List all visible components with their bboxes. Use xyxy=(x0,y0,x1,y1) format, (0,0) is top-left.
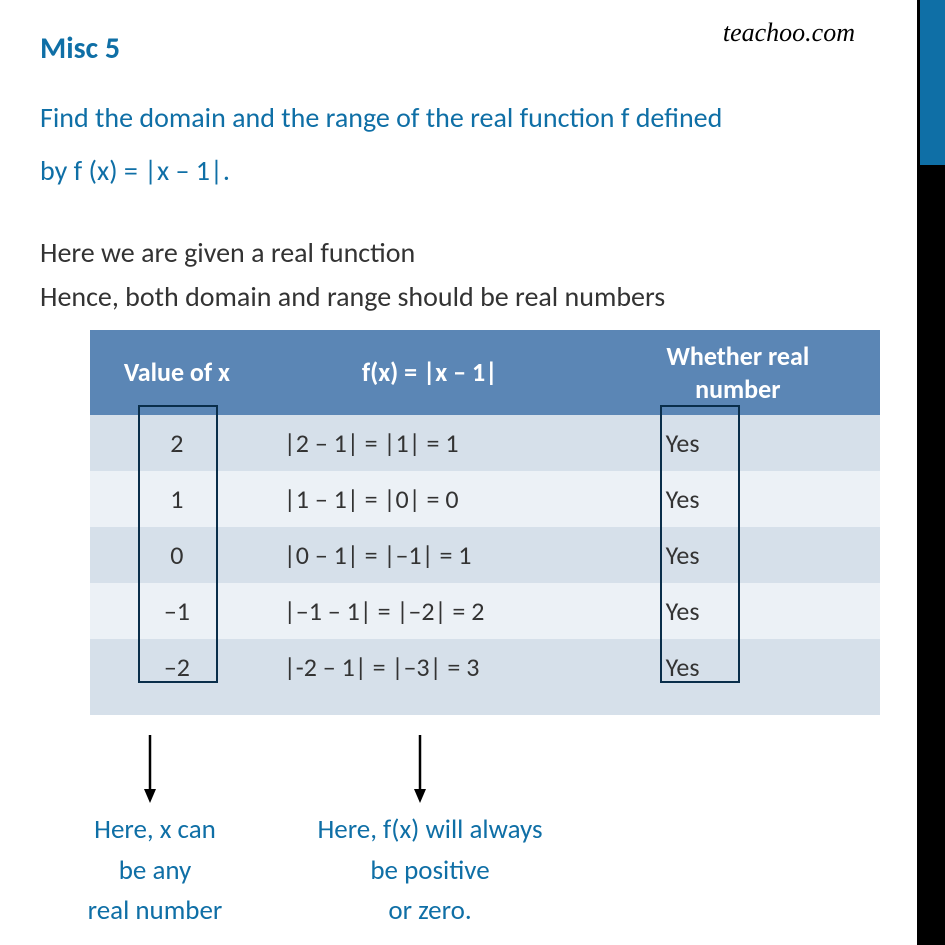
table-row: –1 |–1 – 1| = |–2| = 2 Yes xyxy=(90,583,880,639)
table-row: 2 |2 – 1| = |1| = 1 Yes xyxy=(90,415,880,471)
annotation-fx: Here, f(x) will always be positive or ze… xyxy=(280,810,580,932)
anno-fx-l2: be positive xyxy=(370,854,489,887)
cell-x: 2 xyxy=(90,415,264,471)
cell-x: 1 xyxy=(90,471,264,527)
value-table: Value of x f(x) = |x – 1| Whether real n… xyxy=(90,330,880,715)
header-whether-real: Whether real number xyxy=(596,330,880,415)
header-whether-real-b: number xyxy=(695,373,780,405)
table-row: –2 |-2 – 1| = |–3| = 3 Yes xyxy=(90,639,880,695)
page-content: teachoo.com Misc 5 Find the domain and t… xyxy=(0,0,915,945)
cell-real: Yes xyxy=(596,639,880,695)
question-line-2: by f (x) = |x – 1|. xyxy=(40,153,230,188)
annotation-x: Here, x can be any real number xyxy=(40,810,270,932)
cell-real: Yes xyxy=(596,415,880,471)
header-whether-real-a: Whether real xyxy=(666,340,809,372)
question-text: Find the domain and the range of the rea… xyxy=(40,91,875,197)
intro-line-1: Here we are given a real function xyxy=(40,235,415,270)
intro-line-2: Hence, both domain and range should be r… xyxy=(40,279,665,314)
table-tail xyxy=(90,695,880,715)
header-fx: f(x) = |x – 1| xyxy=(264,330,596,415)
anno-x-l3: real number xyxy=(88,894,223,927)
table-header-row: Value of x f(x) = |x – 1| Whether real n… xyxy=(90,330,880,415)
anno-x-l1: Here, x can xyxy=(94,813,216,846)
cell-fx: |1 – 1| = |0| = 0 xyxy=(264,471,596,527)
cell-fx: |-2 – 1| = |–3| = 3 xyxy=(264,639,596,695)
sidebar-top xyxy=(917,0,945,165)
value-table-wrap: Value of x f(x) = |x – 1| Whether real n… xyxy=(90,330,880,715)
anno-x-l2: be any xyxy=(119,854,192,887)
sidebar-bottom xyxy=(917,165,945,945)
arrow-fx-column xyxy=(410,735,430,805)
cell-real: Yes xyxy=(596,583,880,639)
arrow-x-column xyxy=(140,735,160,805)
cell-real: Yes xyxy=(596,471,880,527)
header-value-of-x: Value of x xyxy=(90,330,264,415)
cell-fx: |0 – 1| = |–1| = 1 xyxy=(264,527,596,583)
cell-real: Yes xyxy=(596,527,880,583)
table-row: 1 |1 – 1| = |0| = 0 Yes xyxy=(90,471,880,527)
cell-x: –2 xyxy=(90,639,264,695)
question-line-1: Find the domain and the range of the rea… xyxy=(40,100,722,135)
cell-x: 0 xyxy=(90,527,264,583)
intro-text: Here we are given a real function Hence,… xyxy=(40,231,875,318)
cell-fx: |2 – 1| = |1| = 1 xyxy=(264,415,596,471)
cell-fx: |–1 – 1| = |–2| = 2 xyxy=(264,583,596,639)
cell-x: –1 xyxy=(90,583,264,639)
table-row: 0 |0 – 1| = |–1| = 1 Yes xyxy=(90,527,880,583)
anno-fx-l1: Here, f(x) will always xyxy=(317,813,542,846)
sidebar-accent xyxy=(917,0,945,945)
anno-fx-l3: or zero. xyxy=(388,894,471,927)
watermark: teachoo.com xyxy=(723,18,855,48)
